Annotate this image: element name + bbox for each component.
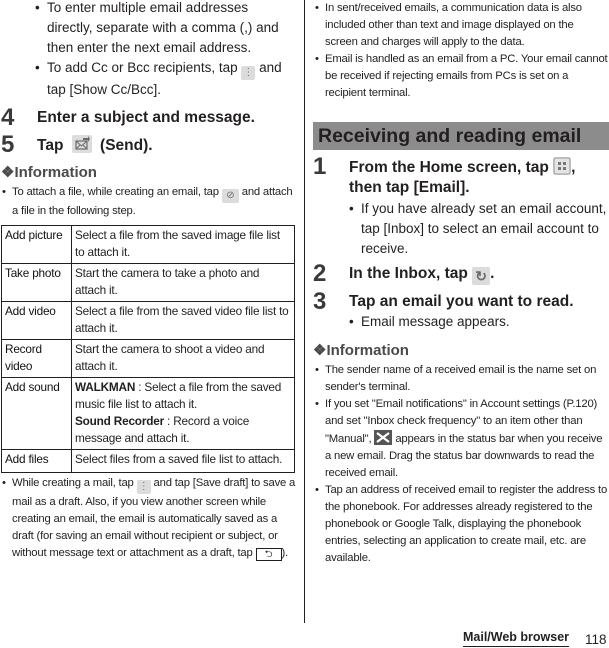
information-heading: ❖Information [1,164,97,181]
table-value: Select a file from the saved image file … [71,225,295,264]
new-email-status-icon [374,430,393,445]
table-row: Add picture Select a file from the saved… [1,225,295,264]
bullet-communication-data: In sent/received emails, a communication… [315,0,609,51]
apps-icon [553,157,572,175]
table-key: Add video [1,301,72,340]
section-footer-label: Mail/Web browser [463,630,570,647]
menu-icon: ⋮ [241,66,256,80]
menu-icon: ⋮ [136,480,151,494]
table-row: Take photo Start the camera to take a ph… [1,263,295,302]
table-key: Add picture [1,225,72,264]
step-2: 2 In the Inbox, tap ↻. [313,260,495,287]
bullet-multiple-addresses: To enter multiple email addresses direct… [35,0,297,58]
step-4: 4 Enter a subject and message. [1,104,255,131]
bullet-register-address: Tap an address of received email to regi… [315,482,609,567]
page-number: 118 [585,632,607,647]
send-icon [71,135,92,153]
table-row: Add sound WALKMAN : Select a file from t… [1,377,295,450]
attachment-options-table: Add picture Select a file from the saved… [1,225,295,473]
refresh-icon: ↻ [472,267,491,285]
table-value: Select a file from the saved video file … [71,301,295,340]
table-row: Record video Start the camera to shoot a… [1,339,295,378]
table-key: Take photo [1,263,72,302]
bullet-sender-name: The sender name of a received email is t… [315,362,609,396]
table-value: Start the camera to take a photo and att… [71,263,295,302]
table-value: Select files from a saved file list to a… [71,449,295,473]
step-3: 3 Tap an email you want to read. Email m… [313,290,574,333]
attach-icon: ⊘ [221,189,239,203]
information-heading-right: ❖Information [313,342,409,359]
section-heading: Receiving and reading email [313,122,609,150]
step-5: 5 Tap (Send). [1,131,153,158]
bullet-cc-bcc: To add Cc or Bcc recipients, tap ⋮ and t… [35,58,297,100]
table-value: Start the camera to shoot a video and at… [71,339,295,378]
table-key: Add sound [1,377,72,450]
table-key: Record video [1,339,72,378]
bullet-inbox-account: If you have already set an email account… [349,199,609,259]
table-row: Add files Select files from a saved file… [1,449,295,473]
bullet-email-from-pc: Email is handled as an email from a PC. … [315,51,609,102]
bullet-attach-file: To attach a file, while creating an emai… [2,184,296,220]
column-divider [304,0,305,623]
back-key-icon: ⮌ [255,548,282,561]
bullet-email-notifications: If you set "Email notifications" in Acco… [315,396,609,482]
table-key: Add files [1,449,72,473]
table-value: WALKMAN : Select a file from the saved m… [71,377,295,450]
bullet-message-appears: Email message appears. [349,312,574,332]
step-1: 1 From the Home screen, tap , then tap [… [313,155,609,259]
table-row: Add video Select a file from the saved v… [1,301,295,340]
bullet-save-draft: While creating a mail, tap ⋮ and tap [Sa… [2,475,296,562]
